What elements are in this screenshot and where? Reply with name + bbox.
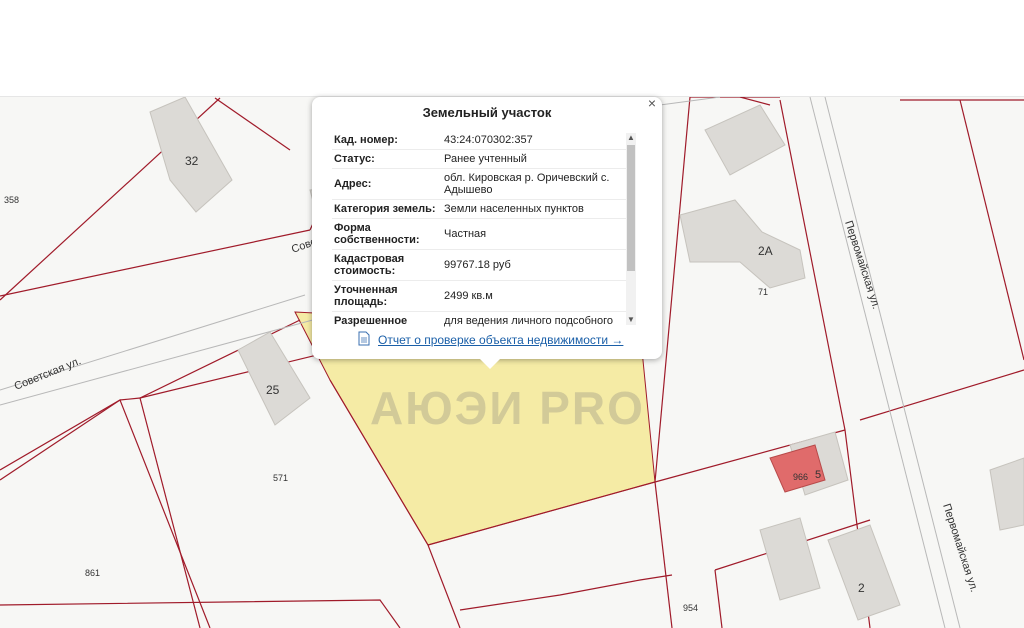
popup-info-table: Кад. номер: 43:24:070302:357 Статус: Ранее… bbox=[332, 131, 632, 327]
info-key: Разрешенное bbox=[332, 311, 442, 327]
info-key: Кадастровая стоимость: bbox=[332, 249, 442, 281]
parcel-label-71: 71 bbox=[758, 287, 768, 297]
building-2 bbox=[827, 524, 901, 621]
scroll-up-arrow-icon[interactable]: ▲ bbox=[626, 133, 636, 143]
street-label-pervomayskaya-top: Первомайская ул. bbox=[842, 219, 882, 310]
building-label-32: 32 bbox=[185, 154, 199, 168]
building-label-25: 25 bbox=[266, 383, 280, 397]
building-label-5: 5 bbox=[815, 469, 821, 481]
info-key: Статус: bbox=[332, 149, 442, 169]
info-row: Разрешенное для ведения личного подсобног… bbox=[332, 311, 632, 327]
info-value: для ведения личного подсобного bbox=[442, 311, 632, 327]
parcel-label-861: 861 bbox=[85, 568, 100, 578]
info-row: Кадастровая стоимость: 99767.18 руб bbox=[332, 249, 632, 281]
info-value: Частная bbox=[442, 218, 632, 250]
info-key: Уточненная площадь: bbox=[332, 280, 442, 312]
info-row: Статус: Ранее учтенный bbox=[332, 149, 632, 169]
scrollbar-thumb[interactable] bbox=[627, 145, 635, 271]
street-label-sovetskaya: Советская ул. bbox=[13, 355, 83, 393]
info-row: Адрес: обл. Кировская р. Оричевский с. Ад… bbox=[332, 168, 632, 200]
info-value: Ранее учтенный bbox=[442, 149, 632, 169]
parcel-label-358: 358 bbox=[4, 195, 19, 205]
parcel-label-954: 954 bbox=[683, 603, 698, 613]
building-2a bbox=[679, 199, 806, 289]
building-label-2: 2 bbox=[858, 581, 865, 595]
info-row: Кад. номер: 43:24:070302:357 bbox=[332, 131, 632, 150]
info-row: Форма собственности: Частная bbox=[332, 218, 632, 250]
street-label-pervomayskaya-bottom: Первомайская ул. bbox=[940, 502, 980, 593]
building-label-966: 966 bbox=[793, 472, 808, 482]
info-value: обл. Кировская р. Оричевский с. Адышево bbox=[442, 168, 632, 200]
building-label-2a: 2А bbox=[758, 244, 773, 258]
parcel-label-571: 571 bbox=[273, 473, 288, 483]
info-row: Категория земель: Земли населенных пункто… bbox=[332, 199, 632, 219]
info-row: Уточненная площадь: 2499 кв.м bbox=[332, 280, 632, 312]
info-key: Кад. номер: bbox=[332, 131, 442, 150]
info-key: Адрес: bbox=[332, 168, 442, 200]
building-top-right bbox=[704, 104, 786, 176]
popup-title: Земельный участок bbox=[422, 105, 552, 120]
info-value: 2499 кв.м bbox=[442, 280, 632, 312]
info-value: 99767.18 руб bbox=[442, 249, 632, 281]
info-value: 43:24:070302:357 bbox=[442, 131, 632, 150]
popup-scrollbar[interactable]: ▲ ▼ bbox=[626, 133, 636, 325]
top-bar bbox=[0, 0, 1024, 97]
info-key: Форма собственности: bbox=[332, 218, 442, 250]
building-bottom bbox=[759, 517, 821, 601]
report-link[interactable]: Отчет о проверке объекта недвижимости → bbox=[358, 333, 623, 347]
scroll-down-arrow-icon[interactable]: ▼ bbox=[626, 315, 636, 325]
parcel-info-popup: × Земельный участок Кад. номер: 43:24:070… bbox=[312, 95, 662, 369]
info-value: Земли населенных пунктов bbox=[442, 199, 632, 219]
building-far-right bbox=[989, 457, 1024, 531]
building-25 bbox=[237, 331, 311, 426]
info-key: Категория земель: bbox=[332, 199, 442, 219]
